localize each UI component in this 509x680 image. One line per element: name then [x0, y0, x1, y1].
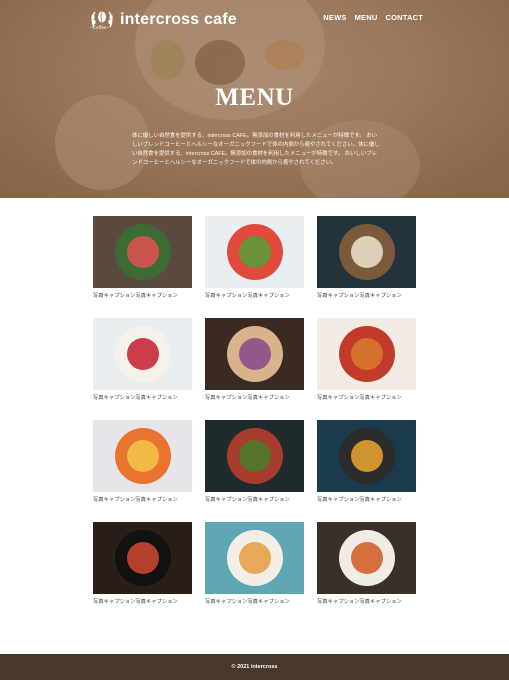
copyright-text: © 2021 intercross: [231, 664, 278, 670]
menu-photo[interactable]: [93, 318, 192, 390]
menu-card[interactable]: 写真キャプション写真キャプション: [93, 216, 192, 318]
hero-description: 体に優しい自然食を提供する、intercross CAFE。無添加の食材を利用し…: [132, 133, 380, 166]
menu-card[interactable]: 写真キャプション写真キャプション: [205, 522, 304, 624]
dish-food-image: [351, 542, 383, 574]
menu-photo[interactable]: [205, 216, 304, 288]
brand-name: intercross cafe: [120, 11, 237, 28]
menu-photo[interactable]: [317, 522, 416, 594]
menu-caption: 写真キャプション写真キャプション: [93, 395, 178, 401]
brand-tagline: ~Coffee~: [90, 26, 109, 31]
menu-caption: 写真キャプション写真キャプション: [317, 293, 402, 299]
menu-photo[interactable]: [93, 420, 192, 492]
menu-card[interactable]: 写真キャプション写真キャプション: [205, 420, 304, 522]
dish-food-image: [127, 236, 159, 268]
menu-caption: 写真キャプション写真キャプション: [317, 395, 402, 401]
menu-photo[interactable]: [317, 318, 416, 390]
menu-caption: 写真キャプション写真キャプション: [205, 497, 290, 503]
menu-caption: 写真キャプション写真キャプション: [205, 395, 290, 401]
hero-section: intercross cafe ~Coffee~ NEWS MENU CONTA…: [0, 0, 509, 198]
dish-food-image: [239, 542, 271, 574]
menu-card[interactable]: 写真キャプション写真キャプション: [93, 318, 192, 420]
menu-card[interactable]: 写真キャプション写真キャプション: [205, 318, 304, 420]
menu-photo[interactable]: [317, 216, 416, 288]
menu-card[interactable]: 写真キャプション写真キャプション: [93, 420, 192, 522]
menu-card[interactable]: 写真キャプション写真キャプション: [317, 522, 416, 624]
menu-card[interactable]: 写真キャプション写真キャプション: [317, 318, 416, 420]
menu-photo[interactable]: [93, 216, 192, 288]
menu-grid: 写真キャプション写真キャプション 写真キャプション写真キャプション 写真キャプション…: [93, 216, 417, 624]
dish-food-image: [351, 440, 383, 472]
menu-photo[interactable]: [205, 522, 304, 594]
brand-logo[interactable]: intercross cafe ~Coffee~: [88, 7, 237, 33]
nav-news[interactable]: NEWS: [323, 13, 346, 22]
menu-caption: 写真キャプション写真キャプション: [93, 599, 178, 605]
menu-photo[interactable]: [317, 420, 416, 492]
dish-food-image: [127, 338, 159, 370]
menu-card[interactable]: 写真キャプション写真キャプション: [93, 522, 192, 624]
dish-food-image: [239, 440, 271, 472]
menu-caption: 写真キャプション写真キャプション: [205, 599, 290, 605]
menu-caption: 写真キャプション写真キャプション: [93, 293, 178, 299]
menu-card[interactable]: 写真キャプション写真キャプション: [205, 216, 304, 318]
menu-caption: 写真キャプション写真キャプション: [93, 497, 178, 503]
menu-caption: 写真キャプション写真キャプション: [205, 293, 290, 299]
nav-contact[interactable]: CONTACT: [385, 13, 423, 22]
page-title: MENU: [215, 84, 294, 111]
dish-food-image: [351, 236, 383, 268]
menu-caption: 写真キャプション写真キャプション: [317, 599, 402, 605]
nav-menu[interactable]: MENU: [355, 13, 378, 22]
menu-card[interactable]: 写真キャプション写真キャプション: [317, 216, 416, 318]
dish-food-image: [239, 338, 271, 370]
main-nav: NEWS MENU CONTACT: [323, 13, 423, 22]
site-footer: © 2021 intercross: [0, 654, 509, 680]
menu-photo[interactable]: [93, 522, 192, 594]
dish-food-image: [239, 236, 271, 268]
menu-photo[interactable]: [205, 420, 304, 492]
menu-card[interactable]: 写真キャプション写真キャプション: [317, 420, 416, 522]
dish-food-image: [127, 440, 159, 472]
dish-food-image: [351, 338, 383, 370]
menu-caption: 写真キャプション写真キャプション: [317, 497, 402, 503]
dish-food-image: [127, 542, 159, 574]
menu-photo[interactable]: [205, 318, 304, 390]
